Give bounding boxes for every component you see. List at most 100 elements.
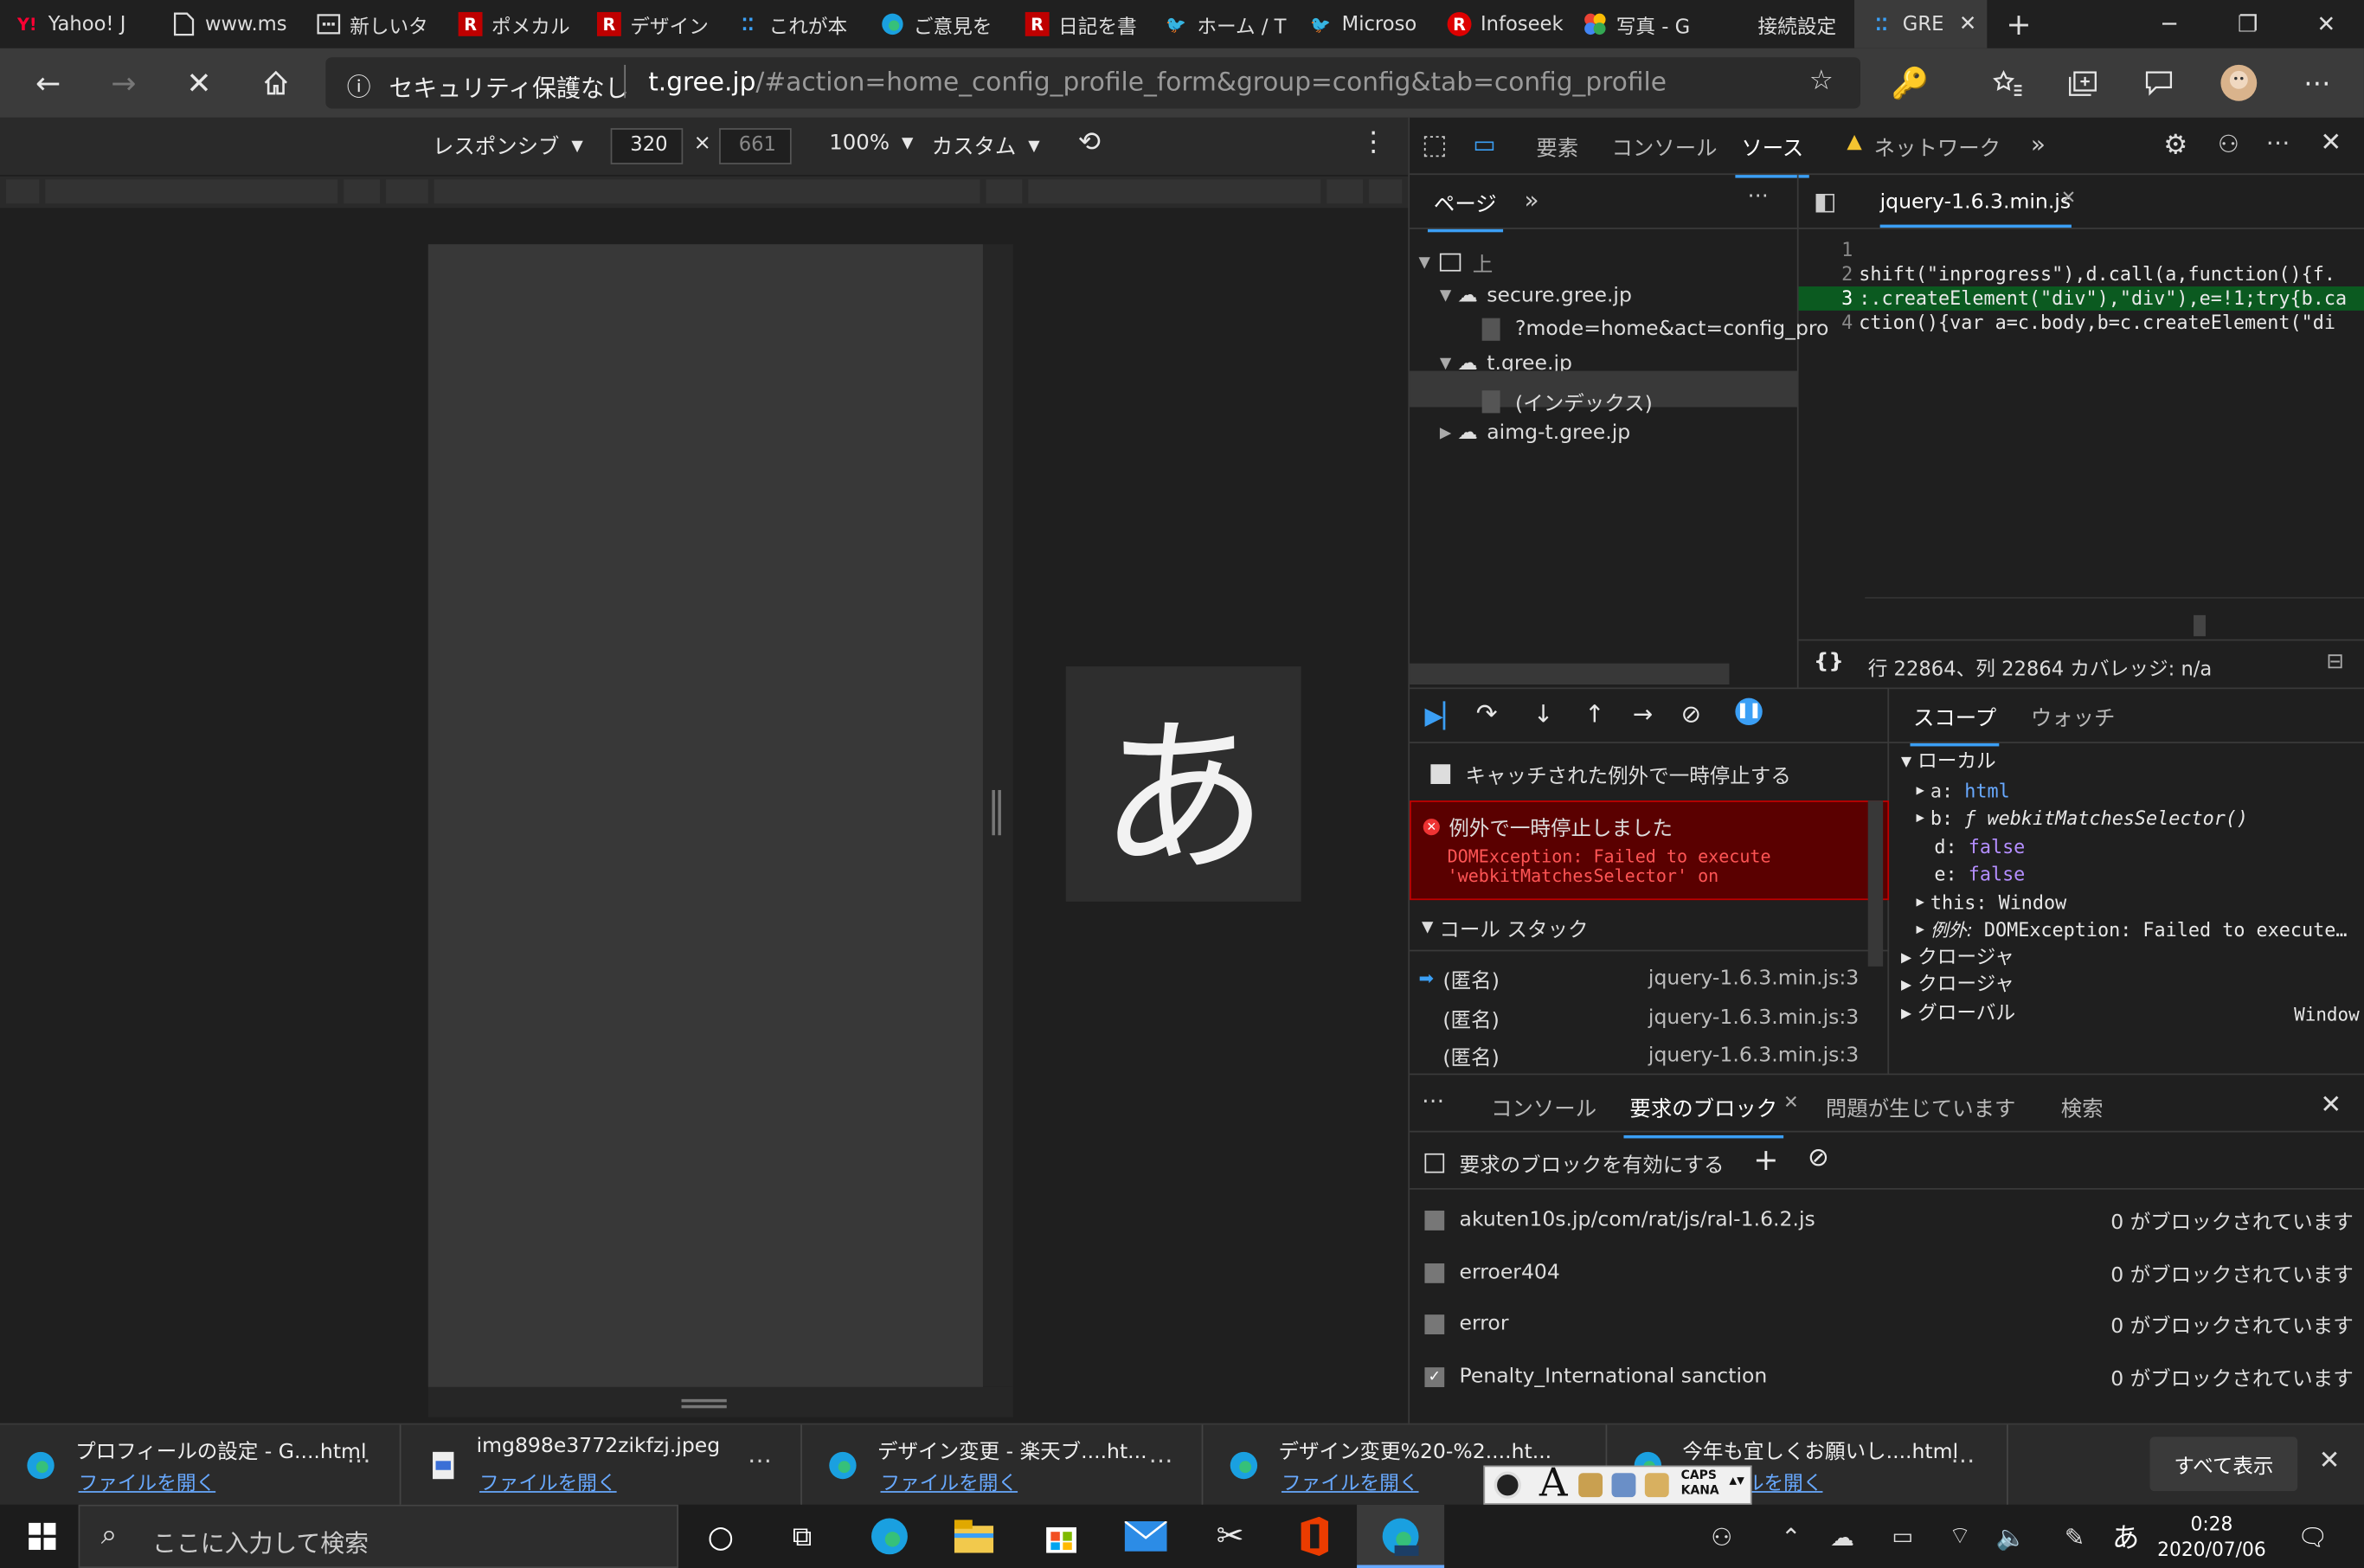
notifications-icon[interactable]: 🗨 <box>2277 1505 2349 1568</box>
browser-tab[interactable]: www.ms <box>157 0 301 48</box>
browser-tab[interactable]: 写真 - G <box>1568 0 1710 48</box>
step-icon[interactable]: → <box>1633 699 1653 728</box>
drawer-toggle-icon[interactable]: ⊟ <box>2326 650 2343 674</box>
resize-handle-bottom[interactable] <box>427 1386 1013 1417</box>
ime-tool-icon[interactable] <box>1611 1473 1636 1498</box>
resume-icon[interactable]: ▶▏ <box>1424 701 1461 729</box>
device-mode-dropdown[interactable]: レスポンシブ ▼ <box>433 132 583 162</box>
browser-tab[interactable]: 新しいタ <box>301 0 443 48</box>
emulated-page[interactable] <box>427 244 983 1387</box>
snipping-tool-icon[interactable]: ✂ <box>1194 1505 1267 1568</box>
taskbar-search-box[interactable]: ⌕ ここに入力して検索 <box>78 1504 679 1568</box>
close-download-bar-icon[interactable]: ✕ <box>2319 1446 2341 1476</box>
favorite-star-icon[interactable]: ☆ <box>1809 65 1834 97</box>
browser-tab[interactable]: ご意見を <box>865 0 1010 48</box>
tab-network[interactable]: ネットワーク <box>1874 132 2001 163</box>
close-drawer-icon[interactable]: ✕ <box>2320 1090 2342 1121</box>
blocked-pattern-row[interactable]: error 0 がブロックされています <box>1424 1308 2354 1339</box>
download-item[interactable]: デザイン変更 - 楽天ブ....ht... ファイルを開く ⋯ <box>802 1424 1204 1507</box>
callstack-frame[interactable]: (匿名) jquery-1.6.3.min.js:3 <box>1442 1040 1859 1070</box>
callstack-header[interactable]: ▼ コール スタック <box>1422 912 1589 942</box>
editor-scrollbar[interactable] <box>2194 614 2206 637</box>
browser-tab[interactable]: 接続設定 <box>1710 0 1854 48</box>
download-item[interactable]: img898e3772zikfzj.jpeg ファイルを開く ⋯ <box>401 1424 802 1507</box>
more-nav-icon[interactable]: » <box>1524 185 1539 214</box>
key-icon[interactable]: 🔑 <box>1885 59 1936 107</box>
mail-icon[interactable] <box>1109 1505 1182 1568</box>
step-into-icon[interactable]: ↓ <box>1533 699 1553 728</box>
browser-tab[interactable]: 🐦 Microso <box>1294 0 1432 48</box>
tab-elements[interactable]: 要素 <box>1536 132 1578 163</box>
ime-pad-icon[interactable] <box>1578 1473 1603 1498</box>
back-icon[interactable]: ← <box>22 59 74 107</box>
new-tab-button[interactable]: + <box>1987 0 2050 48</box>
callstack-frame[interactable]: (匿名) jquery-1.6.3.min.js:3 <box>1442 1003 1859 1032</box>
nav-scrollbar[interactable] <box>1410 663 1730 685</box>
tree-item-file-selected[interactable]: (インデックス) <box>1481 386 1653 416</box>
throttle-dropdown[interactable]: カスタム ▼ <box>932 132 1040 162</box>
download-more-icon[interactable]: ⋯ <box>748 1446 772 1475</box>
pause-on-exceptions-icon[interactable]: ❚❚ <box>1735 697 1763 726</box>
resize-handle-right[interactable] <box>982 244 1013 1387</box>
browser-tab[interactable]: Y! Yahoo! J <box>0 0 157 48</box>
blocked-pattern-row[interactable]: erroer404 0 がブロックされています <box>1424 1257 2354 1288</box>
close-drawer-tab-icon[interactable]: ✕ <box>1783 1091 1799 1112</box>
show-all-button[interactable]: すべて表示 <box>2149 1436 2298 1492</box>
open-file-link[interactable]: ファイルを開く <box>79 1467 216 1495</box>
feedback-icon[interactable] <box>2133 59 2184 107</box>
blocked-pattern-row[interactable]: akuten10s.jp/com/rat/js/ral-1.6.2.js 0 がブ… <box>1424 1205 2354 1235</box>
ime-options-icon[interactable]: ▴▾ <box>1729 1473 1744 1489</box>
drawer-menu-icon[interactable]: ⋯ <box>1422 1087 1444 1114</box>
clock[interactable]: 0:28 2020/07/06 <box>2147 1511 2277 1562</box>
add-pattern-icon[interactable]: + <box>1753 1141 1778 1178</box>
callstack-frame-current[interactable]: ➡ (匿名) jquery-1.6.3.min.js:3 <box>1419 963 1860 993</box>
file-explorer-icon[interactable] <box>938 1505 1011 1568</box>
drawer-tab-issues[interactable]: 問題が生じています <box>1826 1093 2016 1123</box>
tab-sources[interactable]: ソース <box>1735 132 1810 178</box>
close-tab-icon[interactable]: ✕ <box>1959 12 1976 36</box>
nav-menu-icon[interactable]: ⋯ <box>1747 184 1768 209</box>
pretty-print-icon[interactable]: {} <box>1814 650 1844 674</box>
step-over-icon[interactable]: ↷ <box>1476 699 1498 729</box>
office-icon[interactable] <box>1278 1505 1351 1568</box>
device-more-icon[interactable]: ⋮ <box>1360 126 1387 158</box>
avatar[interactable] <box>2213 59 2264 107</box>
download-more-icon[interactable]: ⋯ <box>347 1446 371 1475</box>
tree-item-domain[interactable]: ▶ ☁ aimg-t.gree.jp <box>1440 421 1630 445</box>
people-icon[interactable]: ⚇ <box>1686 1505 1758 1568</box>
open-file-link[interactable]: ファイルを開く <box>479 1467 617 1495</box>
minimize-button[interactable]: ─ <box>2135 0 2204 48</box>
download-more-icon[interactable]: ⋯ <box>1149 1446 1173 1475</box>
ime-dict-icon[interactable] <box>1644 1473 1669 1498</box>
browser-tab[interactable]: ⁚⁚ これが本 <box>721 0 865 48</box>
feedback-person-icon[interactable]: ⚇ <box>2218 130 2239 158</box>
stop-icon[interactable]: ✕ <box>173 59 224 107</box>
deactivate-breakpoints-icon[interactable]: ⊘ <box>1681 699 1701 728</box>
height-input[interactable]: 661 <box>719 128 792 164</box>
browser-tab[interactable]: 🐦 ホーム / T <box>1149 0 1294 48</box>
width-input[interactable]: 320 <box>610 128 684 164</box>
ime-toolbar[interactable]: A CAPS KANA ▴▾ <box>1483 1461 1752 1507</box>
toggle-navigator-icon[interactable]: ◧ <box>1814 187 1836 215</box>
zoom-dropdown[interactable]: 100% ▼ <box>829 132 913 156</box>
tab-console[interactable]: コンソール <box>1612 132 1718 163</box>
drawer-tab-console[interactable]: コンソール <box>1491 1093 1596 1123</box>
forward-icon[interactable]: → <box>98 59 149 107</box>
clear-patterns-icon[interactable]: ⊘ <box>1808 1143 1829 1173</box>
gear-icon[interactable]: ⚙ <box>2163 130 2187 162</box>
favorites-icon[interactable] <box>1982 59 2033 107</box>
edge-beta-taskbar-button[interactable] <box>1357 1504 1445 1568</box>
close-file-icon[interactable]: ✕ <box>2061 187 2077 208</box>
store-icon[interactable] <box>1025 1505 1098 1568</box>
debugger-scrollbar[interactable] <box>1867 800 1884 967</box>
tab-scope[interactable]: スコープ <box>1910 703 2000 747</box>
open-file-link[interactable]: ファイルを開く <box>1282 1467 1419 1495</box>
info-icon[interactable]: ⓘ <box>347 67 371 103</box>
browser-tab[interactable]: R 日記を書 <box>1010 0 1148 48</box>
home-icon[interactable] <box>250 59 301 107</box>
download-item[interactable]: プロフィールの設定 - G....html ファイルを開く ⋯ <box>0 1424 401 1507</box>
inspect-element-icon[interactable]: ⬚ <box>1422 130 1448 162</box>
devtools-more-icon[interactable]: ⋯ <box>2266 128 2290 157</box>
volume-icon[interactable]: 🔈 <box>1975 1505 2047 1568</box>
download-more-icon[interactable]: ⋯ <box>1951 1446 1975 1475</box>
